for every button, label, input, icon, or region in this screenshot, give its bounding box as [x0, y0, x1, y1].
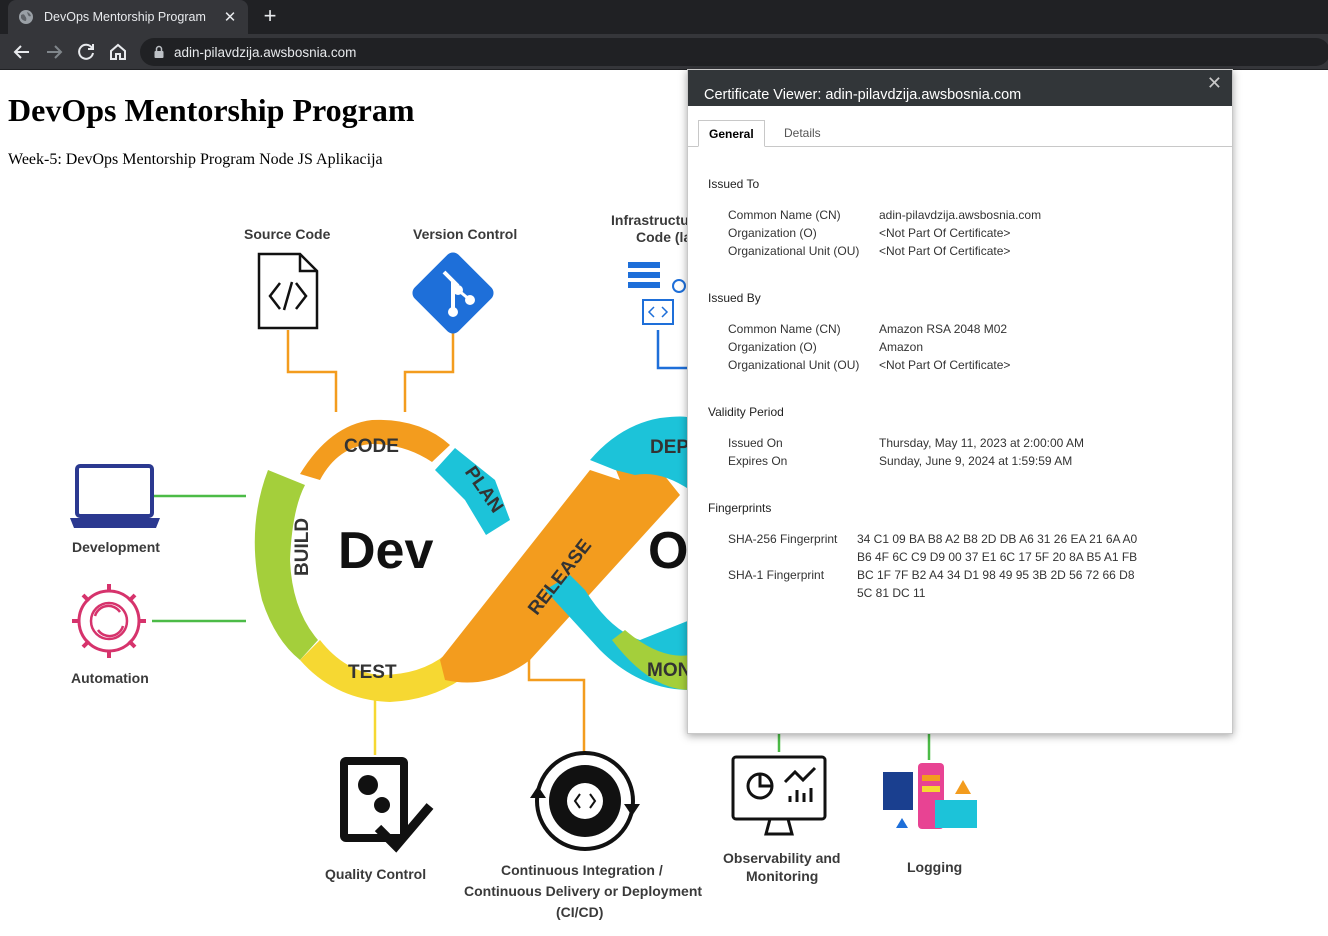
expires-on-value: Sunday, June 9, 2024 at 1:59:59 AM — [879, 454, 1073, 468]
home-icon[interactable] — [106, 40, 130, 64]
segment-label-test: TEST — [348, 662, 397, 683]
address-bar[interactable]: adin-pilavdzija.awsbosnia.com — [140, 38, 1328, 66]
tab-general[interactable]: General — [698, 120, 765, 147]
sha1-label: SHA-1 Fingerprint — [728, 568, 825, 582]
issued-on-label: Issued On — [728, 436, 783, 450]
iac-label-line2: Code (la — [636, 229, 691, 245]
lock-icon[interactable] — [152, 45, 166, 59]
logging-label: Logging — [907, 859, 962, 875]
git-icon — [412, 252, 494, 334]
segment-label-deploy: DEP — [650, 437, 689, 458]
issued-to-ou-value: <Not Part Of Certificate> — [879, 244, 1011, 258]
version-control-label: Version Control — [413, 226, 517, 242]
certificate-viewer-dialog: Certificate Viewer: adin-pilavdzija.awsb… — [687, 69, 1233, 734]
logging-icon — [883, 763, 977, 829]
validity-heading: Validity Period — [708, 405, 784, 419]
ops-center-label: O — [648, 522, 688, 580]
tab-title: DevOps Mentorship Program — [44, 10, 206, 24]
reload-icon[interactable] — [74, 40, 98, 64]
sha256-value-line2: B6 4F 6C C9 D9 00 37 E1 6C 17 5F 20 8A B… — [857, 550, 1138, 564]
issued-to-ou-label: Organizational Unit (OU) — [728, 244, 860, 258]
page-subtitle: Week-5: DevOps Mentorship Program Node J… — [8, 151, 383, 168]
globe-icon — [19, 10, 33, 24]
source-code-label: Source Code — [244, 226, 331, 242]
automation-label: Automation — [71, 670, 149, 686]
dev-center-label: Dev — [338, 522, 433, 580]
back-arrow-icon[interactable] — [10, 40, 34, 64]
cicd-label-line1: Continuous Integration / — [501, 862, 663, 878]
segment-label-build: BUILD — [292, 518, 313, 576]
observability-label-line1: Observability and — [723, 850, 840, 866]
browser-toolbar: adin-pilavdzija.awsbosnia.com — [0, 34, 1328, 70]
issued-on-value: Thursday, May 11, 2023 at 2:00:00 AM — [879, 436, 1085, 450]
sha1-value-line1: BC 1F 7F B2 A4 34 D1 98 49 95 3B 2D 56 7… — [857, 568, 1135, 582]
new-tab-button[interactable]: + — [258, 5, 282, 29]
dialog-close-icon[interactable]: ✕ — [1207, 73, 1222, 94]
issued-by-o-value: Amazon — [879, 340, 924, 354]
issued-to-heading: Issued To — [708, 177, 760, 191]
laptop-icon — [70, 464, 160, 528]
sha256-label: SHA-256 Fingerprint — [728, 532, 838, 546]
quality-control-label: Quality Control — [325, 866, 426, 882]
infrastructure-as-code-icon — [628, 262, 686, 325]
tab-details[interactable]: Details — [774, 120, 831, 147]
fingerprints-heading: Fingerprints — [708, 501, 772, 515]
expires-on-label: Expires On — [728, 454, 788, 468]
source-code-icon — [257, 252, 319, 330]
browser-tab[interactable]: DevOps Mentorship Program ✕ — [8, 0, 248, 34]
automation-gear-icon — [72, 584, 146, 658]
segment-label-code: CODE — [344, 436, 399, 457]
sha1-value-line2: 5C 81 DC 11 — [857, 586, 926, 600]
segment-label-monitor: MON — [647, 660, 691, 681]
development-label: Development — [72, 539, 160, 555]
forward-arrow-icon[interactable] — [42, 40, 66, 64]
issued-to-o-label: Organization (O) — [728, 226, 817, 240]
issued-by-cn-label: Common Name (CN) — [728, 322, 841, 336]
url-text: adin-pilavdzija.awsbosnia.com — [174, 44, 357, 60]
page-title: DevOps Mentorship Program — [8, 92, 415, 128]
issued-by-o-label: Organization (O) — [728, 340, 817, 354]
iac-label-line1: Infrastructur — [611, 212, 695, 228]
issued-by-cn-value: Amazon RSA 2048 M02 — [879, 322, 1008, 336]
observability-label-line2: Monitoring — [746, 868, 818, 884]
issued-by-ou-label: Organizational Unit (OU) — [728, 358, 860, 372]
sha256-value-line1: 34 C1 09 BA B8 A2 B8 2D DB A6 31 26 EA 2… — [857, 532, 1138, 546]
dialog-header: Certificate Viewer: adin-pilavdzija.awsb… — [688, 70, 1232, 106]
tab-strip: DevOps Mentorship Program ✕ + — [0, 0, 1328, 34]
tab-divider — [688, 146, 1232, 147]
cicd-gear-icon — [530, 751, 640, 851]
cicd-label-line2: Continuous Delivery or Deployment — [464, 883, 702, 899]
issued-to-o-value: <Not Part Of Certificate> — [879, 226, 1011, 240]
tab-close-icon[interactable]: ✕ — [222, 8, 238, 26]
monitoring-icon — [731, 755, 827, 836]
issued-by-ou-value: <Not Part Of Certificate> — [879, 358, 1011, 372]
issued-to-cn-value: adin-pilavdzija.awsbosnia.com — [879, 208, 1042, 222]
dialog-title: Certificate Viewer: adin-pilavdzija.awsb… — [704, 87, 1022, 103]
quality-control-icon — [340, 757, 434, 853]
issued-to-cn-label: Common Name (CN) — [728, 208, 841, 222]
issued-by-heading: Issued By — [708, 291, 761, 305]
cicd-label-line3: (CI/CD) — [556, 904, 603, 920]
